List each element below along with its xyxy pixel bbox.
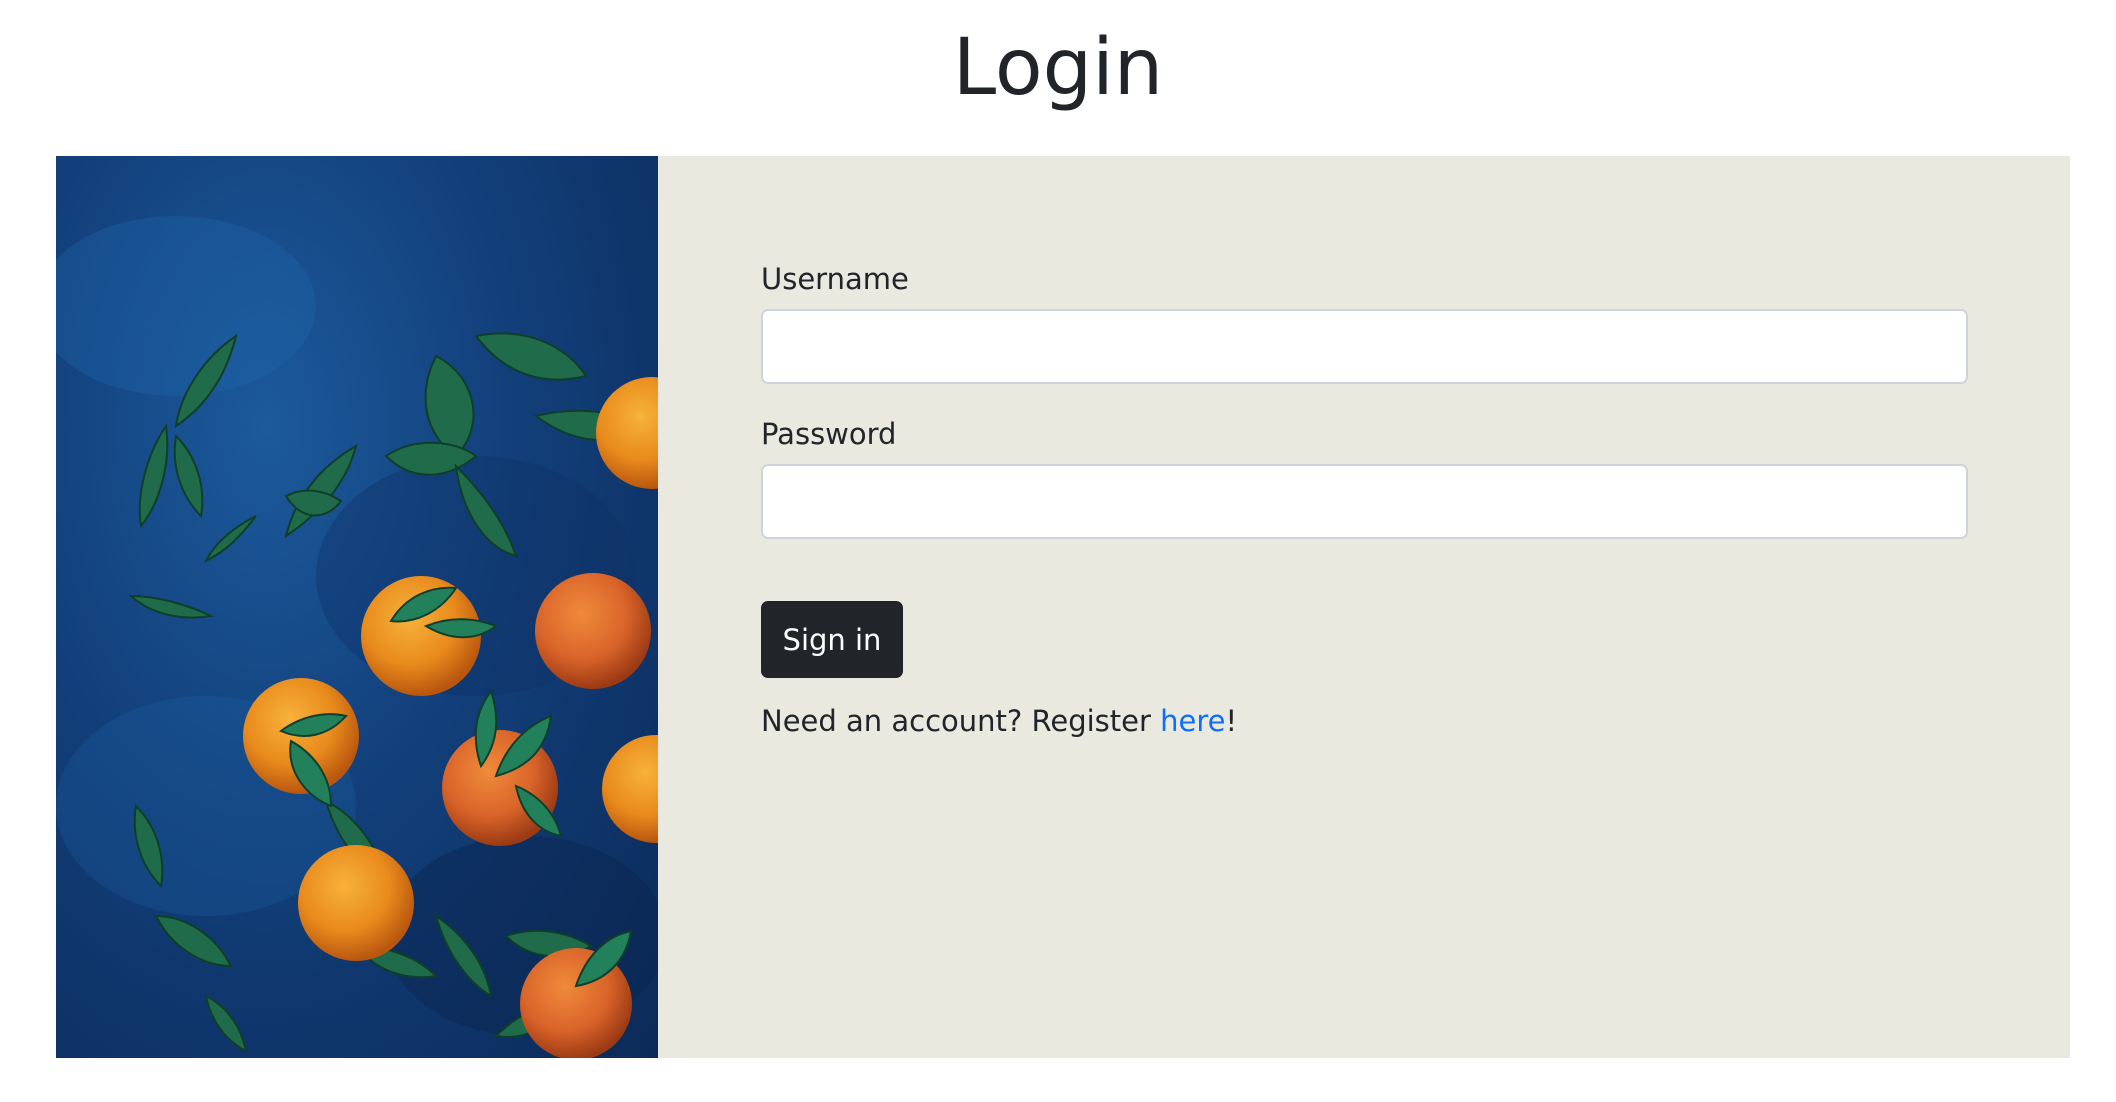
password-label: Password <box>761 417 897 451</box>
login-form-panel: Username Password Sign in Need an accoun… <box>658 156 2070 1058</box>
username-input[interactable] <box>761 309 1968 384</box>
sign-in-button[interactable]: Sign in <box>761 601 903 678</box>
username-label: Username <box>761 262 909 296</box>
password-group: Password <box>761 416 1968 539</box>
page-title: Login <box>952 23 1164 113</box>
register-prompt: Need an account? Register here! <box>761 702 1968 740</box>
login-form: Username Password Sign in Need an accoun… <box>761 261 1968 740</box>
login-card: Username Password Sign in Need an accoun… <box>56 156 2070 1058</box>
register-prompt-suffix: ! <box>1225 704 1238 738</box>
password-input[interactable] <box>761 464 1968 539</box>
register-prompt-text: Need an account? Register <box>761 704 1161 738</box>
tangerines-photo <box>56 156 658 1058</box>
username-group: Username <box>761 261 1968 384</box>
register-link[interactable]: here <box>1160 704 1225 738</box>
